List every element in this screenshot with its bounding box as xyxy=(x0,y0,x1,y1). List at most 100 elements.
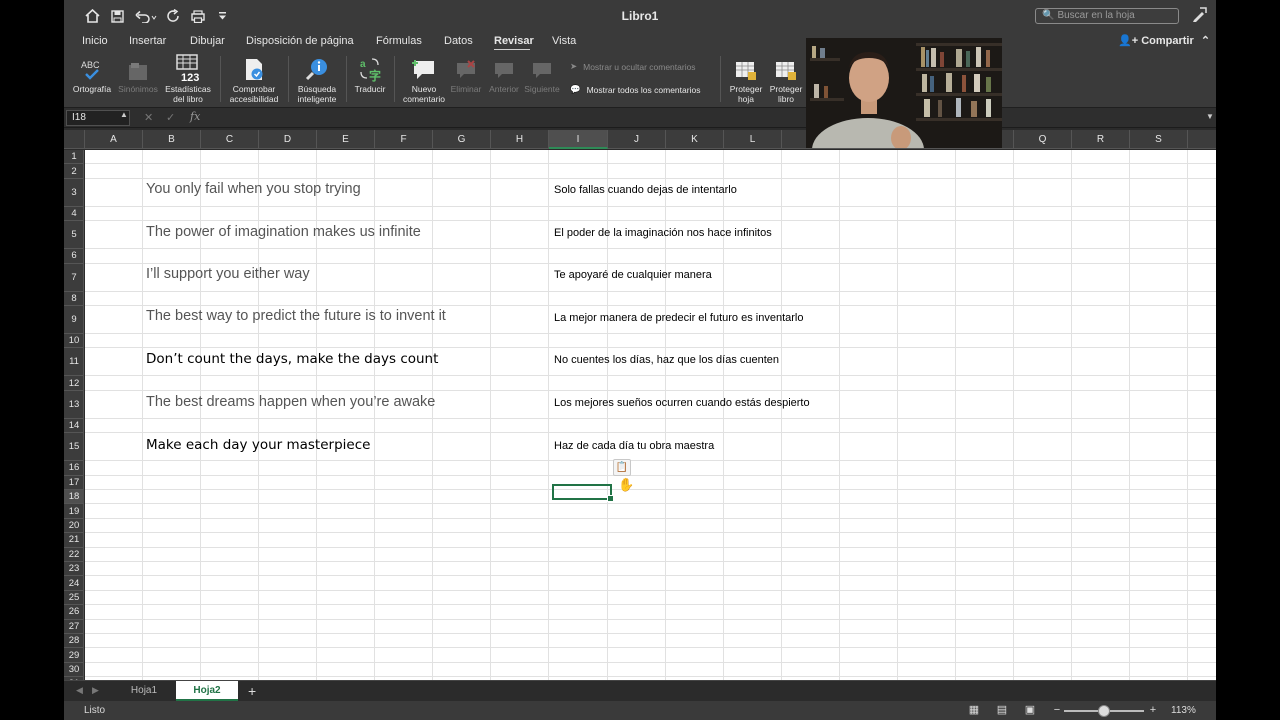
row-header-5[interactable]: 5 xyxy=(64,221,84,250)
zoom-level[interactable]: 113% xyxy=(1171,705,1196,716)
protect-sheet-button[interactable]: Proteger hoja xyxy=(726,56,766,104)
cell-B15[interactable]: Make each day your masterpiece xyxy=(146,437,370,453)
add-sheet-button[interactable]: + xyxy=(248,683,256,699)
row-header-17[interactable]: 17 xyxy=(64,476,84,490)
column-header-R[interactable]: R xyxy=(1072,130,1130,149)
cell-I13[interactable]: Los mejores sueños ocurren cuando estás … xyxy=(554,397,810,409)
tab-datos[interactable]: Datos xyxy=(444,34,473,48)
column-header-S[interactable]: S xyxy=(1130,130,1188,149)
cell-I5[interactable]: El poder de la imaginación nos hace infi… xyxy=(554,227,772,239)
cell-B5[interactable]: The power of imagination makes us infini… xyxy=(146,224,421,240)
tab-revisar[interactable]: Revisar xyxy=(494,34,534,48)
column-header-D[interactable]: D xyxy=(259,130,317,149)
previous-comment-button[interactable]: Anterior xyxy=(484,56,524,94)
show-all-comments-button[interactable]: 💬 Mostrar todos los comentarios xyxy=(570,84,700,95)
zoom-in-icon[interactable]: + xyxy=(1146,704,1160,716)
name-box-stepper-icon[interactable]: ▲ xyxy=(120,110,128,119)
zoom-out-icon[interactable]: − xyxy=(1050,704,1064,716)
cell-B9[interactable]: The best way to predict the future is to… xyxy=(146,308,446,324)
sheet-tab-hoja1[interactable]: Hoja1 xyxy=(116,681,172,701)
translate-button[interactable]: a字 Traducir xyxy=(350,56,390,94)
insert-function-icon[interactable]: fx xyxy=(190,110,200,123)
column-header-J[interactable]: J xyxy=(608,130,666,149)
worksheet-grid[interactable]: You only fail when you stop trying The p… xyxy=(85,150,1216,680)
cancel-icon[interactable]: ✕ xyxy=(144,111,153,124)
new-comment-button[interactable]: Nuevo comentario xyxy=(398,56,450,104)
column-header-L[interactable]: L xyxy=(724,130,782,149)
column-header-E[interactable]: E xyxy=(317,130,375,149)
show-hide-comments-button[interactable]: ➤ Mostrar u ocultar comentarios xyxy=(570,61,696,72)
row-header-23[interactable]: 23 xyxy=(64,562,84,577)
collapse-ribbon-icon[interactable]: ⌃ xyxy=(1201,35,1210,47)
cell-I15[interactable]: Haz de cada día tu obra maestra xyxy=(554,440,714,452)
cell-I9[interactable]: La mejor manera de predecir el futuro es… xyxy=(554,312,803,324)
row-header-11[interactable]: 11 xyxy=(64,348,84,377)
cell-I11[interactable]: No cuentes los días, haz que los días cu… xyxy=(554,354,779,366)
page-break-view-icon[interactable]: ▣ xyxy=(1023,704,1037,716)
cell-B13[interactable]: The best dreams happen when you’re awake xyxy=(146,394,435,410)
share-button[interactable]: 👤+ Compartir ⌃ xyxy=(1118,34,1210,47)
home-icon[interactable] xyxy=(82,7,102,25)
column-header-H[interactable]: H xyxy=(491,130,549,149)
row-header-25[interactable]: 25 xyxy=(64,591,84,606)
cell-B7[interactable]: I’ll support you either way xyxy=(146,266,310,282)
row-header-6[interactable]: 6 xyxy=(64,249,84,264)
row-header-16[interactable]: 16 xyxy=(64,461,84,476)
redo-icon[interactable] xyxy=(164,7,182,25)
row-header-12[interactable]: 12 xyxy=(64,376,84,391)
row-header-24[interactable]: 24 xyxy=(64,576,84,591)
row-header-30[interactable]: 30 xyxy=(64,663,84,678)
tab-dibujar[interactable]: Dibujar xyxy=(190,34,225,48)
cell-I7[interactable]: Te apoyaré de cualquier manera xyxy=(554,269,712,281)
workbook-stats-button[interactable]: 123 Estadísticas del libro xyxy=(162,54,214,104)
normal-view-icon[interactable]: ▦ xyxy=(967,704,981,716)
column-header-B[interactable]: B xyxy=(143,130,201,149)
row-header-13[interactable]: 13 xyxy=(64,391,84,419)
cell-B3[interactable]: You only fail when you stop trying xyxy=(146,181,361,197)
next-sheet-icon[interactable]: ▶ xyxy=(92,685,99,696)
row-header-21[interactable]: 21 xyxy=(64,533,84,548)
print-icon[interactable] xyxy=(189,7,207,25)
customize-icon[interactable] xyxy=(215,7,229,25)
synonyms-button[interactable]: Sinónimos xyxy=(116,56,160,94)
tab-inicio[interactable]: Inicio xyxy=(82,34,108,48)
column-header-I[interactable]: I xyxy=(549,130,608,149)
selected-cell-I18[interactable] xyxy=(552,484,614,502)
save-icon[interactable] xyxy=(108,7,126,25)
cell-I3[interactable]: Solo fallas cuando dejas de intentarlo xyxy=(554,184,737,196)
paste-options-icon[interactable]: 📋 xyxy=(613,459,631,476)
row-header-18[interactable]: 18 xyxy=(64,490,84,505)
row-header-22[interactable]: 22 xyxy=(64,548,84,562)
zoom-slider-handle[interactable] xyxy=(1098,705,1110,717)
row-header-1[interactable]: 1 xyxy=(64,150,84,165)
tab-disposicion[interactable]: Disposición de página xyxy=(246,34,354,48)
page-layout-view-icon[interactable]: ▤ xyxy=(995,704,1009,716)
column-header-F[interactable]: F xyxy=(375,130,433,149)
select-all-corner[interactable] xyxy=(64,130,85,149)
cell-B11[interactable]: Don’t count the days, make the days coun… xyxy=(146,351,438,367)
column-header-C[interactable]: C xyxy=(201,130,259,149)
spelling-button[interactable]: ABC Ortografía xyxy=(70,56,114,94)
row-header-8[interactable]: 8 xyxy=(64,292,84,306)
row-header-28[interactable]: 28 xyxy=(64,634,84,649)
row-header-2[interactable]: 2 xyxy=(64,164,84,179)
column-header-K[interactable]: K xyxy=(666,130,724,149)
row-header-14[interactable]: 14 xyxy=(64,419,84,434)
smart-lookup-button[interactable]: Búsqueda inteligente xyxy=(292,56,342,104)
row-header-4[interactable]: 4 xyxy=(64,207,84,222)
tab-formulas[interactable]: Fórmulas xyxy=(376,34,422,48)
row-header-26[interactable]: 26 xyxy=(64,605,84,620)
row-header-27[interactable]: 27 xyxy=(64,620,84,634)
row-header-20[interactable]: 20 xyxy=(64,519,84,534)
tab-vista[interactable]: Vista xyxy=(552,34,576,48)
column-header-Q[interactable]: Q xyxy=(1014,130,1072,149)
search-field[interactable]: 🔍 Buscar en la hoja xyxy=(1035,8,1179,24)
row-header-3[interactable]: 3 xyxy=(64,179,84,207)
feedback-icon[interactable] xyxy=(1189,7,1209,25)
row-header-19[interactable]: 19 xyxy=(64,504,84,519)
sheet-tab-hoja2[interactable]: Hoja2 xyxy=(176,681,238,701)
delete-comment-button[interactable]: Eliminar xyxy=(448,56,484,94)
column-header-A[interactable]: A xyxy=(85,130,143,149)
enter-icon[interactable]: ✓ xyxy=(166,111,175,124)
check-accessibility-button[interactable]: Comprobar accesibilidad xyxy=(224,56,284,104)
